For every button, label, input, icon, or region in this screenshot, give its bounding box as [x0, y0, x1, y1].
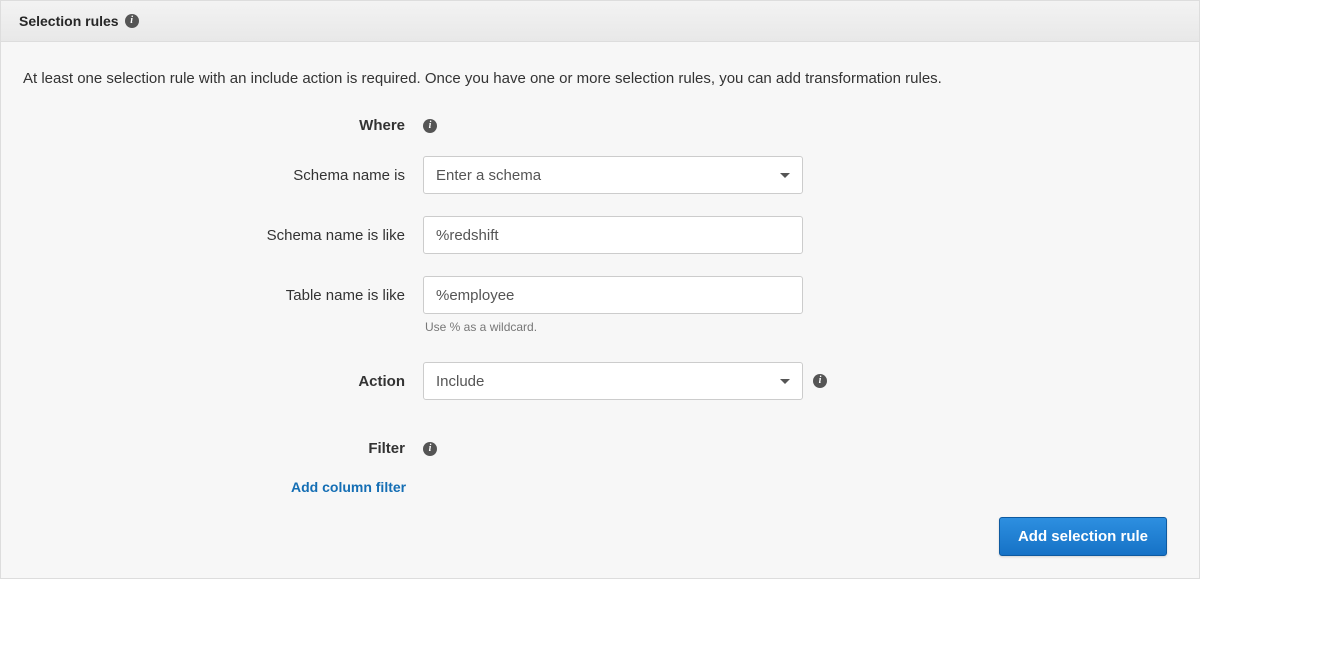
chevron-down-icon	[780, 379, 790, 384]
panel-header: Selection rules i	[1, 1, 1199, 42]
filter-row: Filter i	[23, 440, 1177, 457]
schema-name-selected: Enter a schema	[436, 167, 541, 184]
action-row: Action Include i	[23, 362, 1177, 400]
chevron-down-icon	[780, 173, 790, 178]
where-row: Where i	[23, 117, 1177, 134]
selection-rules-panel: Selection rules i At least one selection…	[0, 0, 1200, 579]
add-selection-rule-button[interactable]: Add selection rule	[999, 517, 1167, 556]
table-name-like-input[interactable]	[423, 276, 803, 314]
table-name-like-label: Table name is like	[23, 287, 423, 304]
add-column-filter-link[interactable]: Add column filter	[291, 479, 406, 495]
where-label: Where	[23, 117, 423, 134]
action-dropdown[interactable]: Include	[423, 362, 803, 400]
panel-description: At least one selection rule with an incl…	[23, 70, 1177, 87]
action-selected: Include	[436, 373, 484, 390]
filter-label: Filter	[23, 440, 423, 457]
info-icon[interactable]: i	[423, 119, 437, 133]
schema-name-dropdown[interactable]: Enter a schema	[423, 156, 803, 194]
info-icon[interactable]: i	[125, 14, 139, 28]
table-name-like-row: Table name is like	[23, 276, 1177, 314]
panel-body: At least one selection rule with an incl…	[1, 42, 1199, 578]
button-row: Add selection rule	[23, 517, 1177, 556]
panel-title: Selection rules	[19, 13, 119, 29]
info-icon[interactable]: i	[423, 442, 437, 456]
schema-name-is-label: Schema name is	[23, 167, 423, 184]
action-label: Action	[23, 373, 423, 390]
schema-name-like-input[interactable]	[423, 216, 803, 254]
wildcard-hint: Use % as a wildcard.	[423, 320, 1177, 334]
schema-name-like-row: Schema name is like	[23, 216, 1177, 254]
info-icon[interactable]: i	[813, 374, 827, 388]
add-column-filter-row: Add column filter	[291, 479, 1177, 495]
schema-name-like-label: Schema name is like	[23, 227, 423, 244]
schema-name-is-row: Schema name is Enter a schema	[23, 156, 1177, 194]
